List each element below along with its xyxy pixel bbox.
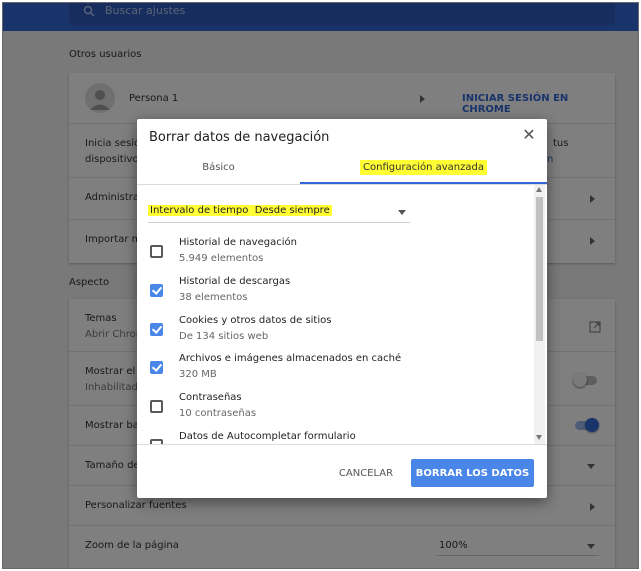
item-sub: 5.949 elementos: [179, 253, 264, 264]
item-title: Datos de Autocompletar formulario: [179, 431, 356, 442]
item-sub: 320 MB: [179, 369, 217, 380]
item-title: Historial de descargas: [179, 276, 291, 287]
chevron-down-icon: [398, 210, 406, 215]
checkbox-cache[interactable]: [150, 361, 163, 374]
time-range-value: Desde siempre: [254, 205, 330, 216]
clear-browsing-data-dialog: Borrar datos de navegación ✕ Básico Conf…: [137, 119, 547, 498]
list-item-autofill[interactable]: Datos de Autocompletar formulario: [137, 431, 532, 444]
checkbox-cookies[interactable]: [150, 323, 163, 336]
checkbox-passwords[interactable]: [150, 400, 163, 413]
list-item-cache[interactable]: Archivos e imágenes almacenados en caché…: [137, 353, 532, 391]
clear-data-button[interactable]: BORRAR LOS DATOS: [411, 459, 534, 487]
item-title: Archivos e imágenes almacenados en caché: [179, 353, 402, 364]
list-item-cookies[interactable]: Cookies y otros datos de sitios De 134 s…: [137, 315, 532, 353]
close-icon[interactable]: ✕: [521, 127, 537, 143]
tab-advanced-label: Configuración avanzada: [360, 160, 487, 175]
item-sub: 38 elementos: [179, 292, 248, 303]
scrollbar[interactable]: [534, 185, 545, 444]
footer-divider: [137, 444, 547, 445]
checkbox-browsing-history[interactable]: [150, 245, 163, 258]
cancel-button[interactable]: CANCELAR: [327, 459, 405, 487]
options-list[interactable]: Intervalo de tiempo Desde siempre Histor…: [137, 185, 547, 444]
item-title: Contraseñas: [179, 392, 242, 403]
time-range-select[interactable]: Intervalo de tiempo Desde siempre: [148, 203, 410, 223]
list-item-browsing-history[interactable]: Historial de navegación 5.949 elementos: [137, 237, 532, 275]
tab-advanced[interactable]: Configuración avanzada: [300, 153, 547, 185]
time-range-field: Intervalo de tiempo Desde siempre: [148, 205, 332, 216]
item-title: Historial de navegación: [179, 237, 297, 248]
list-item-download-history[interactable]: Historial de descargas 38 elementos: [137, 276, 532, 314]
scroll-up-arrow-icon[interactable]: [536, 187, 542, 192]
item-sub: De 134 sitios web: [179, 331, 269, 342]
tab-basic[interactable]: Básico: [137, 153, 300, 185]
time-range-label: Intervalo de tiempo: [150, 205, 249, 216]
item-sub: 10 contraseñas: [179, 408, 257, 419]
scroll-down-arrow-icon[interactable]: [536, 435, 542, 440]
dialog-title: Borrar datos de navegación: [149, 130, 330, 145]
item-title: Cookies y otros datos de sitios: [179, 315, 332, 326]
list-item-passwords[interactable]: Contraseñas 10 contraseñas: [137, 392, 532, 430]
checkbox-download-history[interactable]: [150, 284, 163, 297]
scrollbar-thumb[interactable]: [536, 197, 543, 341]
